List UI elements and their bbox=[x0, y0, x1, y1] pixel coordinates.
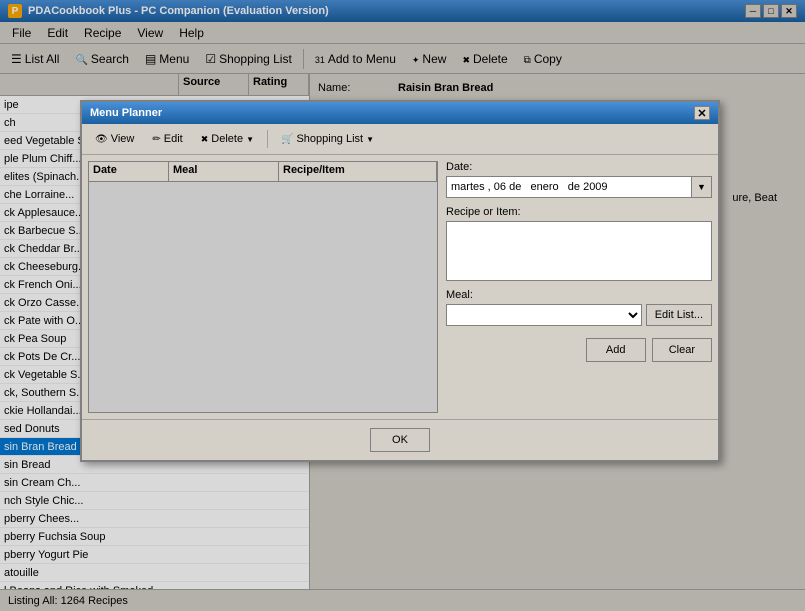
clear-button[interactable]: Clear bbox=[652, 338, 712, 362]
table-header: Date Meal Recipe/Item bbox=[89, 162, 437, 182]
meal-select[interactable] bbox=[446, 304, 642, 326]
date-dropdown-button[interactable]: ▼ bbox=[692, 176, 712, 198]
dialog-content: Date Meal Recipe/Item Date: ▼ Recipe o bbox=[82, 155, 718, 419]
col-date: Date bbox=[89, 162, 169, 181]
col-meal: Meal bbox=[169, 162, 279, 181]
date-input-row: ▼ bbox=[446, 176, 712, 198]
shopping2-icon bbox=[281, 133, 293, 145]
dialog-delete-icon bbox=[201, 133, 209, 145]
meal-label: Meal: bbox=[446, 289, 712, 301]
menu-table: Date Meal Recipe/Item bbox=[88, 161, 438, 413]
date-group: Date: ▼ bbox=[446, 161, 712, 198]
ok-button[interactable]: OK bbox=[370, 428, 430, 452]
recipe-item-label: Recipe or Item: bbox=[446, 206, 712, 218]
dialog-shopping-button[interactable]: Shopping List bbox=[274, 128, 381, 150]
edit-label: Edit bbox=[164, 133, 183, 145]
menu-planner-dialog: Menu Planner ✕ View Edit Delete Shopping… bbox=[80, 100, 720, 462]
view-label: View bbox=[111, 133, 135, 145]
shopping-dropdown-arrow bbox=[366, 133, 374, 145]
dialog-footer: OK bbox=[82, 419, 718, 460]
edit-list-button[interactable]: Edit List... bbox=[646, 304, 712, 326]
dialog-title: Menu Planner bbox=[90, 107, 694, 119]
delete-dropdown-arrow bbox=[246, 133, 254, 145]
dialog-view-button[interactable]: View bbox=[88, 128, 141, 150]
dialog-edit-button[interactable]: Edit bbox=[145, 128, 189, 150]
recipe-item-group: Recipe or Item: bbox=[446, 206, 712, 281]
dialog-delete-button[interactable]: Delete bbox=[194, 128, 261, 150]
recipe-item-input[interactable] bbox=[446, 221, 712, 281]
meal-group: Meal: Edit List... bbox=[446, 289, 712, 326]
dialog-toolbar-sep bbox=[267, 130, 268, 148]
chevron-down-icon: ▼ bbox=[697, 182, 706, 192]
meal-row: Edit List... bbox=[446, 304, 712, 326]
date-label: Date: bbox=[446, 161, 712, 173]
view-icon bbox=[95, 133, 108, 145]
edit-icon bbox=[152, 133, 160, 145]
delete-label: Delete bbox=[211, 133, 243, 145]
table-body[interactable] bbox=[89, 182, 437, 412]
dialog-close-button[interactable]: ✕ bbox=[694, 106, 710, 120]
dialog-title-bar: Menu Planner ✕ bbox=[82, 102, 718, 124]
add-button[interactable]: Add bbox=[586, 338, 646, 362]
shopping-list-label: Shopping List bbox=[296, 133, 363, 145]
col-recipe: Recipe/Item bbox=[279, 162, 437, 181]
dialog-toolbar: View Edit Delete Shopping List bbox=[82, 124, 718, 155]
date-input[interactable] bbox=[446, 176, 692, 198]
dialog-form: Date: ▼ Recipe or Item: Meal: bbox=[446, 161, 712, 413]
action-buttons: Add Clear bbox=[446, 338, 712, 362]
